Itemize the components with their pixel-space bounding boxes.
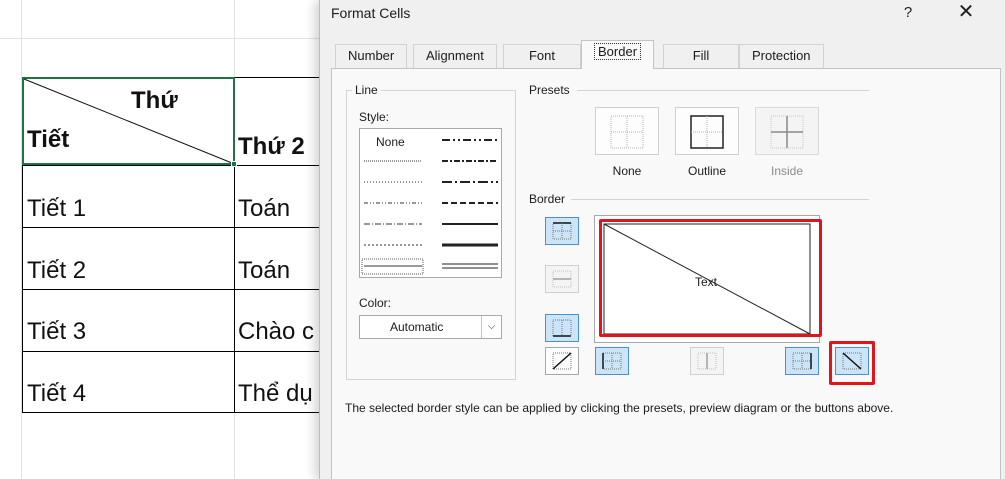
subject-cell: Thể dụ [238,380,313,407]
close-button[interactable]: ✕ [948,0,984,26]
tab-border[interactable]: Border [581,40,655,69]
preset-outline-label: Outline [687,164,727,178]
period-cell: Tiết 2 [27,257,87,284]
border-inside-horizontal-icon [552,270,572,288]
tab-label: Protection [752,48,811,63]
table-border [22,227,322,228]
subject-cell: Chào c [238,318,315,345]
tab-alignment[interactable]: Alignment [413,44,497,68]
preset-inside-label: Inside [770,164,804,178]
tab-label: Font [528,48,555,63]
border-diagonal-up-button[interactable] [545,347,579,375]
border-left-button[interactable] [595,347,629,375]
tab-label: Border [594,43,642,60]
header-day-label: Thứ [131,87,178,114]
table-border [22,412,322,413]
tab-label: Number [348,48,395,63]
border-top-button[interactable] [545,217,579,245]
table-border [234,165,235,413]
style-label: Style: [359,110,390,124]
col-header-monday: Thứ 2 [238,133,305,160]
fill-handle[interactable] [231,161,237,167]
tab-label: Fill [692,48,710,63]
diagonal-up-icon [552,352,572,370]
header-period-label: Tiết [27,126,70,153]
line-group-title: Line [352,83,381,97]
table-border [234,77,324,78]
tab-strip: Number Alignment Font Border Fill Protec… [320,40,1005,69]
preview-highlight [599,219,822,337]
color-value: Automatic [390,320,444,334]
border-left-icon [602,352,622,370]
border-bottom-icon [552,319,572,337]
line-style-list[interactable]: None [359,128,502,278]
tab-font[interactable]: Font [503,44,581,68]
preset-inside-icon [770,115,804,149]
info-text: The selected border style can be applied… [345,401,894,415]
border-bottom-button[interactable] [545,314,579,342]
presets-title: Presets [529,83,570,97]
dialog-titlebar[interactable]: Format Cells ? ✕ [320,0,1005,28]
border-right-icon [792,352,812,370]
subject-cell: Toán [238,195,291,222]
border-right-button[interactable] [785,347,819,375]
border-top-icon [552,222,572,240]
preset-outline-button[interactable] [675,107,739,155]
spreadsheet: Thứ Tiết Thứ 2 Tiết 1 Toán Tiết 2 Toán T… [0,0,330,479]
diagonal-button-highlight [829,341,875,385]
chevron-down-icon[interactable]: ⌵ [481,316,501,338]
border-inside-vertical-button[interactable] [690,347,724,375]
dialog-title: Format Cells [331,5,411,21]
preset-none-icon [610,115,644,149]
preset-inside-button[interactable] [755,107,819,155]
tab-protection[interactable]: Protection [739,44,824,68]
border-inside-horizontal-button[interactable] [545,265,579,293]
table-border [22,165,322,166]
border-divider [571,199,869,200]
format-cells-dialog: Format Cells ? ✕ Number Alignment Font B… [319,0,1005,479]
tab-number[interactable]: Number [335,44,408,68]
preset-none-label: None [612,164,642,178]
color-dropdown[interactable]: Automatic ⌵ [359,315,502,339]
border-tab-panel: Line Style: None Color: Automatic ⌵ Pres… [331,68,1001,479]
table-border [22,289,322,290]
preset-none-button[interactable] [595,107,659,155]
tab-fill[interactable]: Fill [663,44,739,68]
tab-label: Alignment [426,48,484,63]
presets-divider [577,90,869,91]
subject-cell: Toán [238,257,291,284]
line-style-samples[interactable] [360,129,501,277]
table-border [22,351,322,352]
border-title: Border [529,192,566,206]
period-cell: Tiết 1 [27,195,87,222]
gridline [0,38,330,39]
period-cell: Tiết 4 [27,380,87,407]
period-cell: Tiết 3 [27,318,87,345]
table-border [22,165,23,413]
color-label: Color: [359,296,392,310]
preset-outline-icon [690,115,724,149]
border-inside-vertical-icon [697,352,717,370]
help-button[interactable]: ? [895,2,921,24]
